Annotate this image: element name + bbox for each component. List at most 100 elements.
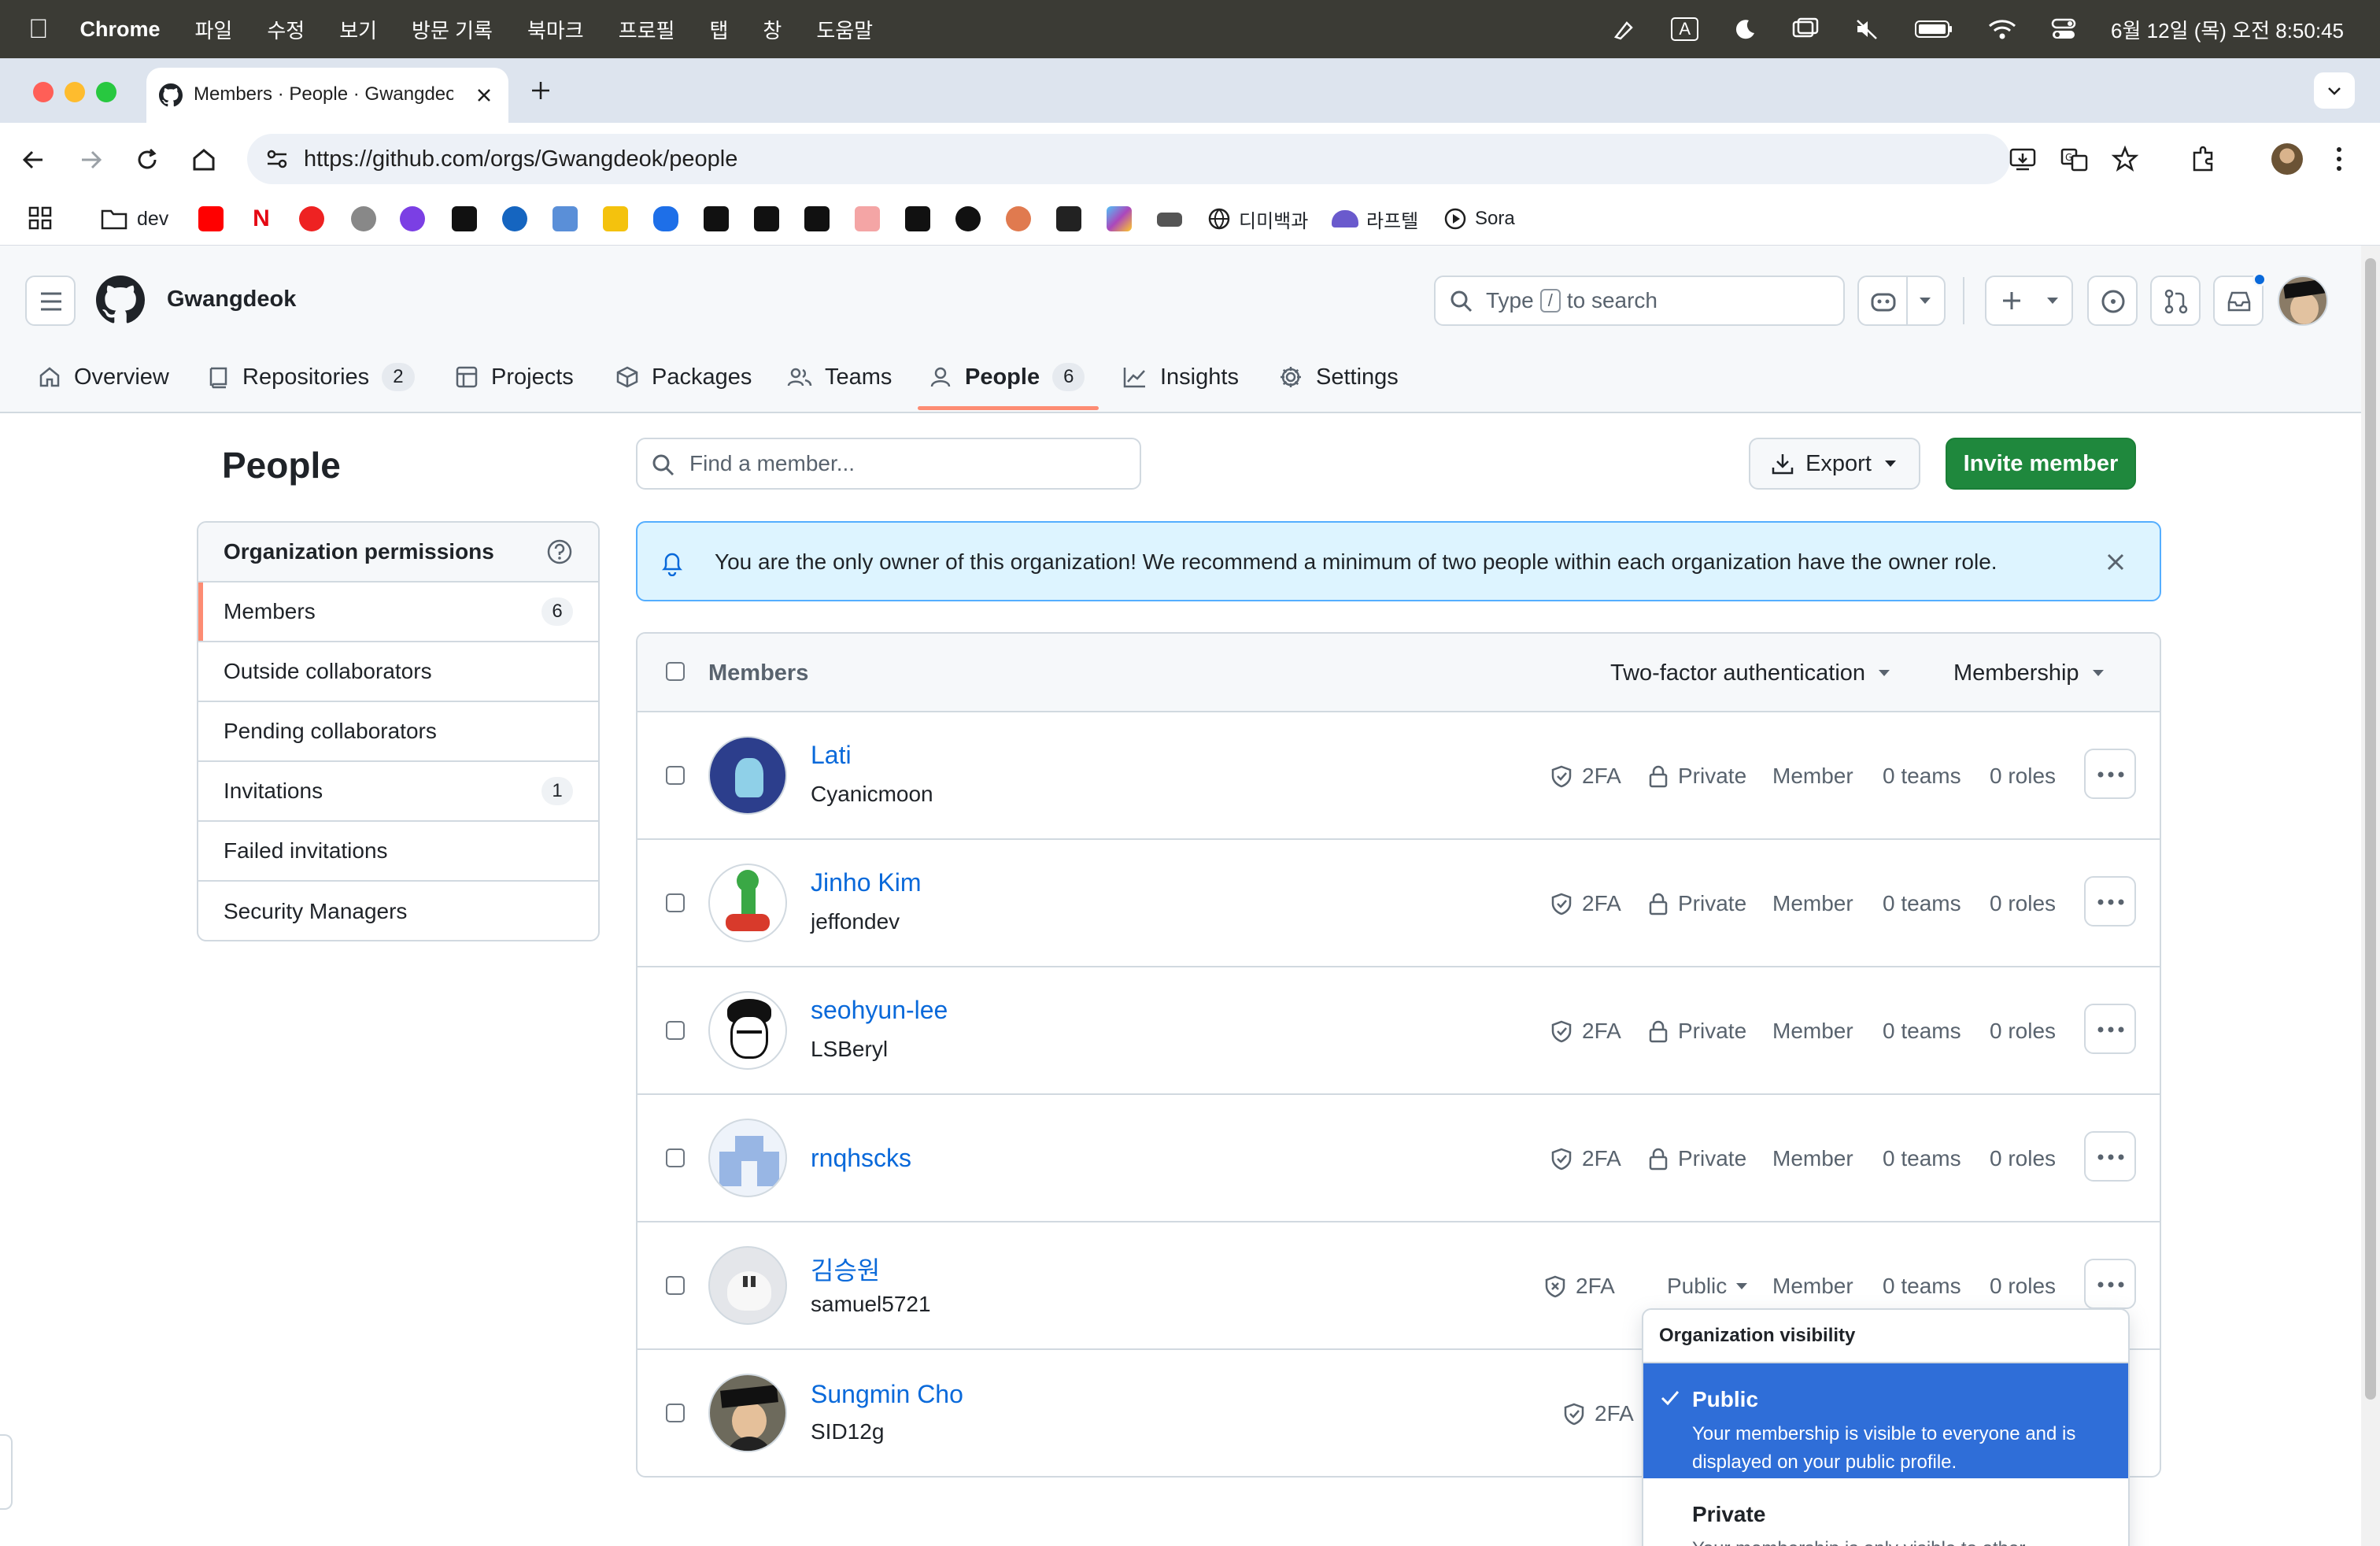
extensions-icon[interactable] <box>2190 145 2218 173</box>
member-role[interactable]: Member <box>1772 1095 1853 1222</box>
member-checkbox[interactable] <box>666 1021 685 1040</box>
member-checkbox[interactable] <box>666 1148 685 1167</box>
blue-bookmark-icon[interactable] <box>502 206 527 231</box>
pink-bookmark-icon[interactable] <box>855 206 880 231</box>
member-avatar[interactable] <box>708 991 787 1070</box>
copilot-bookmark-icon[interactable] <box>1107 206 1132 231</box>
nav-settings[interactable]: Settings <box>1278 358 1399 396</box>
user-avatar[interactable] <box>2278 276 2328 326</box>
chrome-profile-avatar[interactable] <box>2271 143 2303 175</box>
wifi-icon[interactable] <box>1988 18 2016 40</box>
browser-tab-active[interactable]: Members · People · Gwangdeok <box>146 68 508 123</box>
sidebar-item-pending-collaborators[interactable]: Pending collaborators <box>198 702 598 762</box>
youtube-bookmark-icon[interactable] <box>198 206 224 231</box>
select-all-checkbox[interactable] <box>666 662 685 681</box>
bookmark-laftel[interactable]: 라프텔 <box>1332 203 1418 235</box>
bookmark-dev[interactable]: dev <box>101 203 168 235</box>
invite-member-button[interactable]: Invite member <box>1946 438 2136 490</box>
global-search-input[interactable]: Type / to search <box>1434 276 1845 326</box>
member-visibility[interactable]: Private <box>1648 712 1746 840</box>
address-bar[interactable]: https://github.com/orgs/Gwangdeok/people <box>247 134 2010 184</box>
nav-teams[interactable]: Teams <box>787 358 892 396</box>
member-actions-button[interactable] <box>2084 1259 2136 1309</box>
member-teams[interactable]: 0 teams <box>1883 1095 1961 1222</box>
member-name-link[interactable]: seohyun-lee <box>811 996 948 1025</box>
member-checkbox[interactable] <box>666 1404 685 1422</box>
member-avatar[interactable] <box>708 1374 787 1452</box>
close-tab-icon[interactable] <box>475 87 493 104</box>
membership-filter[interactable]: Membership <box>1953 657 2106 689</box>
member-actions-button[interactable] <box>2084 1004 2136 1054</box>
find-member-input[interactable]: Find a member... <box>636 438 1141 490</box>
question-icon[interactable] <box>546 538 573 565</box>
battery-icon[interactable] <box>1914 19 1953 39</box>
member-teams[interactable]: 0 teams <box>1883 967 1961 1095</box>
mac-menu-item[interactable]: 파일 <box>195 15 233 44</box>
github-logo-icon[interactable] <box>96 276 145 324</box>
home-button-icon[interactable] <box>190 146 217 173</box>
sidebar-item-invitations[interactable]: Invitations 1 <box>198 762 598 822</box>
nav-insights[interactable]: Insights <box>1122 358 1239 396</box>
notion-bookmark-icon[interactable] <box>704 206 729 231</box>
tv-bookmark-icon[interactable] <box>754 206 779 231</box>
url-text[interactable]: https://github.com/orgs/Gwangdeok/people <box>304 146 737 172</box>
sidebar-item-security-managers[interactable]: Security Managers <box>198 882 598 940</box>
pull-requests-button[interactable] <box>2150 276 2201 326</box>
member-role[interactable]: Member <box>1772 967 1853 1095</box>
windows-icon[interactable] <box>1791 17 1820 41</box>
member-name-link[interactable]: Sungmin Cho <box>811 1380 963 1409</box>
nav-projects[interactable]: Projects <box>455 358 574 396</box>
translate-icon[interactable]: G <box>2060 146 2089 173</box>
member-name-link[interactable]: 김승원 <box>811 1251 880 1287</box>
apple-icon[interactable]:  <box>28 14 49 45</box>
member-name-link[interactable]: Jinho Kim <box>811 868 922 897</box>
site-info-icon[interactable] <box>264 146 290 172</box>
mac-menu-item[interactable]: 방문 기록 <box>412 15 493 44</box>
member-checkbox[interactable] <box>666 1276 685 1295</box>
unsplash-bookmark-icon[interactable] <box>452 206 477 231</box>
member-visibility[interactable]: Private <box>1648 967 1746 1095</box>
reload-icon[interactable] <box>134 146 161 173</box>
back-icon[interactable] <box>20 146 47 173</box>
mac-menu-app[interactable]: Chrome <box>80 17 161 42</box>
member-avatar[interactable] <box>708 1246 787 1325</box>
star-bookmark-icon[interactable] <box>905 206 930 231</box>
chrome-menu-icon[interactable] <box>2334 145 2344 173</box>
mac-menu-item[interactable]: 북마크 <box>527 15 584 44</box>
export-button[interactable]: Export <box>1749 438 1920 490</box>
apple-bookmark-icon[interactable] <box>351 206 376 231</box>
nav-repositories[interactable]: Repositories 2 <box>206 358 415 396</box>
page-scrollbar[interactable] <box>2361 246 2380 1546</box>
member-roles[interactable]: 0 roles <box>1990 712 2056 840</box>
visibility-option-public[interactable]: Public Your membership is visible to eve… <box>1643 1363 2128 1478</box>
sidebar-item-outside-collaborators[interactable]: Outside collaborators <box>198 642 598 702</box>
member-actions-button[interactable] <box>2084 1131 2136 1182</box>
mac-menu-item[interactable]: 탭 <box>709 15 728 44</box>
new-tab-icon[interactable] <box>529 79 552 102</box>
forward-icon[interactable] <box>77 146 104 173</box>
zoom-window-button[interactable] <box>96 82 116 102</box>
grid-bookmark-icon[interactable] <box>1056 206 1081 231</box>
bookmark-icon[interactable] <box>552 206 578 231</box>
sidebar-item-members[interactable]: Members 6 <box>198 583 598 642</box>
mute-icon[interactable] <box>1854 17 1879 41</box>
member-checkbox[interactable] <box>666 766 685 785</box>
side-panel-handle[interactable] <box>0 1434 13 1510</box>
mac-menu-item[interactable]: 창 <box>763 15 782 44</box>
issues-button[interactable] <box>2087 276 2138 326</box>
member-checkbox[interactable] <box>666 893 685 912</box>
sidebar-item-failed-invitations[interactable]: Failed invitations <box>198 822 598 882</box>
copilot-button[interactable] <box>1857 276 1946 326</box>
purple-bookmark-icon[interactable] <box>400 206 425 231</box>
member-avatar[interactable] <box>708 864 787 942</box>
member-role[interactable]: Member <box>1772 840 1853 967</box>
member-roles[interactable]: 0 roles <box>1990 967 2056 1095</box>
nav-overview[interactable]: Overview <box>38 358 169 396</box>
member-name-link[interactable]: rnqhscks <box>811 1144 911 1173</box>
pen-icon[interactable] <box>1611 17 1636 42</box>
member-avatar[interactable] <box>708 1119 787 1197</box>
gray-bookmark-icon[interactable] <box>1157 213 1182 227</box>
member-roles[interactable]: 0 roles <box>1990 840 2056 967</box>
member-actions-button[interactable] <box>2084 749 2136 799</box>
nav-packages[interactable]: Packages <box>615 358 752 396</box>
